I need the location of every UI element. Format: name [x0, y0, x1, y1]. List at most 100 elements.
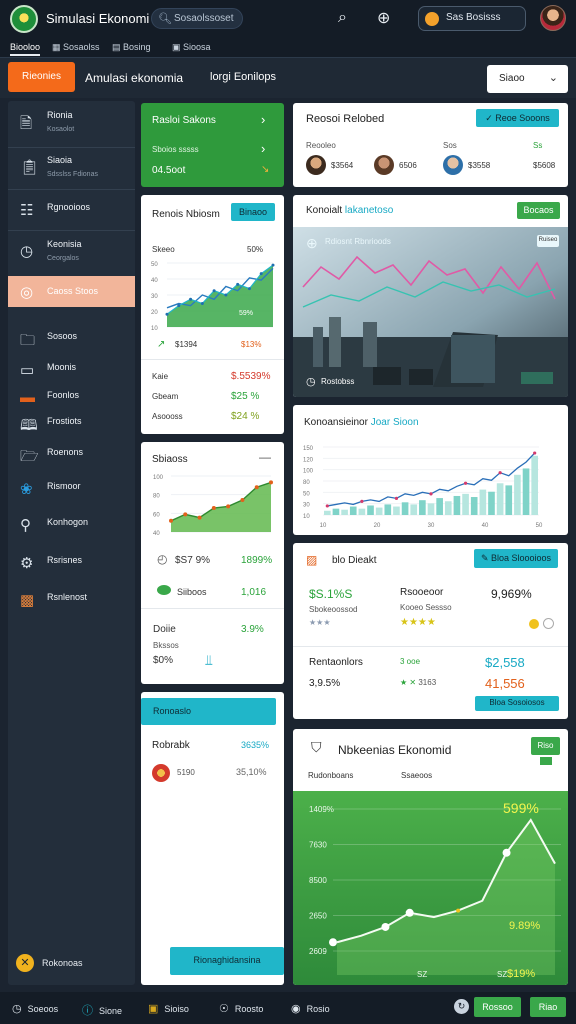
bottom-item-sioiso[interactable]: ▣ Sioiso [148, 1002, 189, 1015]
card-title: Renois Nbiosm [152, 209, 220, 220]
data-point [498, 471, 502, 475]
summary-action-button[interactable]: Rionaghidansina [170, 947, 284, 975]
search-icon[interactable]: ⌕ [338, 9, 347, 27]
sidebar-item-konhogon[interactable]: ⚲ Konhogon [8, 506, 135, 544]
tab-bosing[interactable]: ▤ Bosing [112, 42, 151, 53]
y-tick-label: 150 [303, 446, 314, 452]
bottom-item-soeoos[interactable]: ◷ Soeoos [12, 1002, 58, 1015]
report-icon: ☷ [20, 202, 34, 219]
column-header: Ss [533, 141, 543, 150]
sidebar-item-roenons[interactable]: 🗁︎ Roenons [8, 436, 135, 474]
clock-icon: ◷ [20, 243, 34, 260]
y-tick-label: 30 [303, 503, 310, 509]
revenue-area-chart[interactable]: 50 40 30 20 10 59% [149, 257, 277, 335]
growth-chart-card: Sbiaoss — 100 80 60 40 ◴ $S7 9% 1899% Siibo… [141, 442, 284, 684]
economy-badge-button[interactable]: Riso [531, 737, 560, 755]
bar [436, 498, 443, 515]
bottom-item-roosto[interactable]: ☉ Roosto [219, 1002, 263, 1015]
target-icon: ◎ [20, 284, 34, 301]
search-input[interactable]: 🔍︎ Sosaolssoset [151, 8, 243, 29]
row-label: Rentaonlors [309, 657, 363, 668]
row-label: Gbeam [152, 392, 179, 401]
bid-action-button[interactable]: ✎ Bloa Sloooioos [474, 549, 558, 568]
minimize-icon[interactable]: — [259, 450, 271, 464]
chart-filter-button[interactable]: Binaoo [231, 203, 275, 221]
radio-icon[interactable] [543, 618, 554, 629]
data-point [456, 908, 461, 913]
sidebar-item-rionia[interactable]: 🗎︎ Rionia Kosaolot [8, 103, 135, 147]
chart-end-label: 9.89% [509, 920, 540, 932]
volume-bar-chart[interactable]: 150 120 100 80 50 30 10 10 20 30 40 50 [303, 441, 558, 529]
runner-icon: ⫫ [205, 652, 213, 668]
tab-sosaolss[interactable]: ▦ Sosaolss [52, 42, 100, 53]
clock-icon: ◷ [306, 376, 316, 388]
sidebar-item-rsnlenost[interactable]: ▩ Rsnlenost [8, 581, 135, 619]
banner-overlay-button[interactable]: Ruiseo [537, 235, 559, 247]
sidebar-footer-label[interactable]: Rokonoas [42, 958, 83, 968]
metric-value: $S.1%S [309, 587, 353, 601]
balance-card[interactable]: Rasloi Sakons › Sboios sssss › 04.5oot ↘ [141, 103, 284, 187]
chevron-down-icon: ⌄ [548, 72, 558, 84]
bar [341, 509, 348, 515]
bar [505, 485, 513, 515]
card-amount: 04.5oot [152, 165, 186, 176]
rebounds-action-button[interactable]: ✓ Reoe Sooons [476, 109, 559, 127]
search-icon: 🔍︎ [158, 13, 172, 25]
tab-biooloo[interactable]: Biooloo [10, 42, 41, 56]
bar [427, 503, 435, 515]
growth-area-chart[interactable]: 100 80 60 40 [151, 470, 275, 542]
bottom-primary-button[interactable]: Rossoo [474, 997, 521, 1017]
card-title: Reosoi Relobed [306, 113, 385, 125]
bar [496, 483, 504, 515]
refresh-icon[interactable]: ↻ [454, 999, 469, 1014]
alert-icon: ▨ [306, 553, 318, 567]
row-label: Robrabk [152, 740, 190, 751]
card-title: Rasloi Sakons [152, 115, 216, 126]
bar [462, 493, 469, 515]
y-tick-label: 20 [151, 310, 158, 316]
sidebar-item-rismoor[interactable]: ❀ Rismoor [8, 470, 135, 508]
avatar[interactable] [540, 5, 566, 31]
y-tick-label: 60 [153, 512, 160, 518]
sidebar-item-rsrisnes[interactable]: ⚙ Rsrisnes [8, 544, 135, 582]
gift-icon: ▩ [20, 592, 35, 609]
sidebar-item-rgnooioos[interactable]: ☷ Rgnooioos [8, 191, 135, 229]
sidebar-item-label: Keonisia [47, 239, 82, 249]
sidebar-item-siaoia[interactable]: 📋︎ Siaoia Sdsslss Fdionas [8, 148, 135, 188]
toggle-icon[interactable] [157, 585, 171, 595]
banner-badge-button[interactable]: Bocaos [517, 202, 560, 219]
row-value: $25 % [231, 391, 260, 402]
bid-submit-button[interactable]: Bloa Sosoiosos [475, 696, 559, 711]
x-tick-label: 10 [320, 523, 327, 529]
card-title: Konoialt [306, 205, 343, 216]
radio-selected-icon[interactable] [529, 619, 539, 629]
metric-label: Rsooeoor [400, 587, 444, 598]
globe-icon: ◉ [291, 1003, 301, 1015]
compass-icon[interactable]: ⊕ [377, 8, 390, 28]
row-value: $2,558 [485, 655, 525, 670]
primary-button[interactable]: Rieonies [8, 62, 75, 92]
app-logo[interactable] [10, 5, 38, 33]
data-point [269, 480, 273, 485]
banner-image [293, 227, 568, 397]
sidebar-item-keonisia[interactable]: ◷ Keonisia Ceorgalos [8, 232, 135, 274]
economy-line-chart[interactable]: 1409% 7630 8500 2650 2609 SZ SZ 599% 9.89% $19% [293, 791, 568, 985]
chevron-right-icon[interactable]: › [261, 112, 265, 127]
stat-value: $1394 [175, 340, 198, 349]
y-tick-label: 50 [151, 262, 158, 268]
sidebar-item-caoss-stoos[interactable]: ◎ Caoss Stoos [8, 276, 135, 307]
bottom-item-label: Roosto [234, 1004, 264, 1014]
tab-sioosa[interactable]: ▣ Sioosa [172, 42, 211, 53]
bottom-item-sione[interactable]: ⓘ Sione [82, 1002, 122, 1018]
bottom-item-rosio[interactable]: ◉ Rosio [291, 1002, 330, 1015]
bottom-secondary-button[interactable]: Riao [530, 997, 566, 1017]
clipboard-icon: 📋︎ [20, 159, 40, 176]
data-point [226, 504, 231, 509]
card-title: blo Dieakt [332, 555, 377, 566]
chevron-right-icon[interactable]: › [261, 141, 265, 156]
divider [293, 646, 568, 647]
close-icon[interactable]: ✕ [16, 954, 34, 972]
avatar [306, 155, 326, 175]
period-dropdown[interactable]: Siaoo ⌄ [487, 65, 568, 93]
y-tick-label: 30 [151, 294, 158, 300]
